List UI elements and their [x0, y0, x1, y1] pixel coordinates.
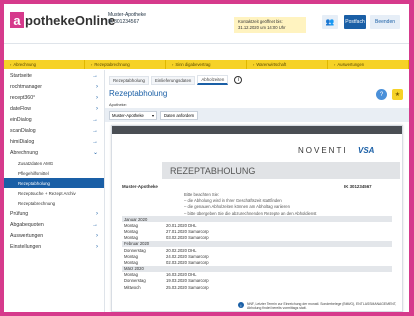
sidebar: Startseite → rochtmanager › recept360° › da…: [4, 70, 105, 312]
document-banner: REZEPTABHOLUNG: [162, 162, 400, 179]
filter-toolbar: Muster-Apotheke ▾ Daten anfordern: [105, 108, 409, 122]
pdf-document-preview: NOVENTI VSA REZEPTABHOLUNG Muster-Apothe…: [111, 125, 403, 312]
content-tabs: Rezeptabholung Einlieferungsdaten Abholz…: [109, 75, 243, 85]
chevron-right-icon: ›: [334, 62, 336, 67]
sidebar-subitem[interactable]: Pflegehilfsmittel: [4, 168, 104, 178]
star-icon[interactable]: ★: [392, 89, 403, 100]
sidebar-subitem[interactable]: Rezeptsuche + Rezept Archiv: [4, 188, 104, 198]
sidebar-item-abrechnung[interactable]: Abrechnung ⌄: [4, 147, 104, 158]
schedule-row: Mittwoch 25.03.2020 Samarcorp: [124, 284, 209, 290]
sidebar-item-pruefung[interactable]: Prüfung ›: [4, 208, 104, 219]
chevron-right-icon: ›: [172, 62, 174, 67]
arrow-right-icon: →: [92, 127, 98, 134]
pharmacy-id: IK 301234567: [108, 19, 140, 25]
app-window: a pothekeOnline Muster-Apotheke IK 30123…: [4, 4, 409, 312]
arrow-right-icon: →: [92, 221, 98, 228]
chevron-right-icon: ›: [96, 232, 98, 239]
main-nav-bar: › Abrechnung › Rezeptabrechnung › Sinn diga…: [4, 60, 409, 69]
sidebar-item-abgabequoten[interactable]: Abgabequoten →: [4, 219, 104, 230]
pickup-schedule: Januar 2020 Montag 20.01.2020 DHL Montag 2…: [122, 216, 392, 290]
chevron-right-icon: ›: [96, 243, 98, 250]
chevron-right-icon: ›: [96, 83, 98, 90]
vsa-logo: VSA: [358, 146, 375, 155]
sidebar-item-startseite[interactable]: Startseite →: [4, 70, 104, 81]
app-header: a pothekeOnline Muster-Apotheke IK 30123…: [4, 4, 409, 44]
tab-einlieferungsdaten[interactable]: Einlieferungsdaten: [150, 75, 196, 85]
chevron-right-icon: ›: [10, 62, 12, 67]
chevron-down-icon: ▾: [151, 112, 154, 118]
daten-anfordern-button[interactable]: Daten anfordern: [160, 110, 199, 120]
nav-tab-sinn[interactable]: › Sinn digabevertrag: [166, 60, 247, 69]
users-icon[interactable]: 👥: [322, 15, 338, 29]
sidebar-item-recept360[interactable]: recept360° ›: [4, 92, 104, 103]
nav-tab-auswertungen[interactable]: › Auswertungen: [328, 60, 409, 69]
chevron-right-icon: ›: [96, 210, 98, 217]
sidebar-item-eindialog[interactable]: einDialog →: [4, 114, 104, 125]
help-icon[interactable]: ?: [376, 89, 387, 100]
sidebar-item-himidialog[interactable]: himiDialog →: [4, 136, 104, 147]
contact-time-notice: Kontaktzeit geöffnet bis: 31.12.2020 um …: [234, 17, 306, 33]
pharmacy-info: Muster-Apotheke IK 301234567: [108, 12, 146, 26]
nav-tab-warenwirtschaft[interactable]: › Warenwirtschaft: [247, 60, 328, 69]
page-title: Rezeptabholung: [109, 89, 168, 98]
sidebar-item-dateflow[interactable]: dateFlow ›: [4, 103, 104, 114]
arrow-right-icon: →: [92, 116, 98, 123]
arrow-right-icon: →: [92, 138, 98, 145]
chevron-right-icon: ›: [253, 62, 255, 67]
nav-tab-rezeptabrechnung[interactable]: › Rezeptabrechnung: [85, 60, 166, 69]
sidebar-item-scandialog[interactable]: scanDialog →: [4, 125, 104, 136]
sidebar-subitem[interactable]: Zusatzdaten AMG: [4, 158, 104, 168]
postfach-button[interactable]: Postfach: [344, 15, 366, 29]
pharmacy-name: Muster-Apotheke: [108, 12, 147, 18]
apotheke-select[interactable]: Muster-Apotheke ▾: [109, 110, 157, 120]
chevron-down-icon: ⌄: [92, 150, 98, 156]
logo-text: pothekeOnline: [25, 12, 116, 28]
document-pharmacy-id: IK 301234567: [344, 184, 372, 189]
arrow-right-icon: →: [92, 72, 98, 79]
document-instructions: Bitte beachten Sie: – die Abholung wird …: [184, 192, 317, 216]
main-content: Rezeptabholung Einlieferungsdaten Abholz…: [105, 70, 409, 312]
document-pharmacy-name: Muster-Apotheke: [122, 184, 158, 189]
tab-abholzeiten[interactable]: Abholzeiten: [197, 75, 229, 85]
nav-tab-abrechnung[interactable]: › Abrechnung: [4, 60, 85, 69]
apotheke-label: Apotheke:: [109, 102, 128, 107]
info-icon[interactable]: i: [234, 76, 243, 84]
noventi-logo: NOVENTI: [298, 146, 348, 155]
sidebar-item-rochtmanager[interactable]: rochtmanager ›: [4, 81, 104, 92]
sidebar-item-auswertungen[interactable]: Auswertungen ›: [4, 230, 104, 241]
chevron-right-icon: ›: [96, 94, 98, 101]
logo-mark: a: [10, 12, 24, 28]
pdf-viewer-toolbar: [112, 126, 402, 134]
sidebar-subitem-active[interactable]: Rezeptabholung: [4, 178, 104, 188]
sidebar-subitem[interactable]: Rezeptabrechnung: [4, 198, 104, 208]
apotheke-online-logo[interactable]: a pothekeOnline: [10, 12, 115, 28]
tab-rezeptabholung[interactable]: Rezeptabholung: [109, 75, 149, 85]
document-footnote: i NNF, Letzter Termin zur Einreichung de…: [238, 302, 398, 311]
info-icon: i: [238, 302, 244, 308]
beenden-button[interactable]: Beenden: [370, 15, 400, 29]
sidebar-item-einstellungen[interactable]: Einstellungen ›: [4, 241, 104, 252]
chevron-right-icon: ›: [91, 62, 93, 67]
chevron-right-icon: ›: [96, 105, 98, 112]
